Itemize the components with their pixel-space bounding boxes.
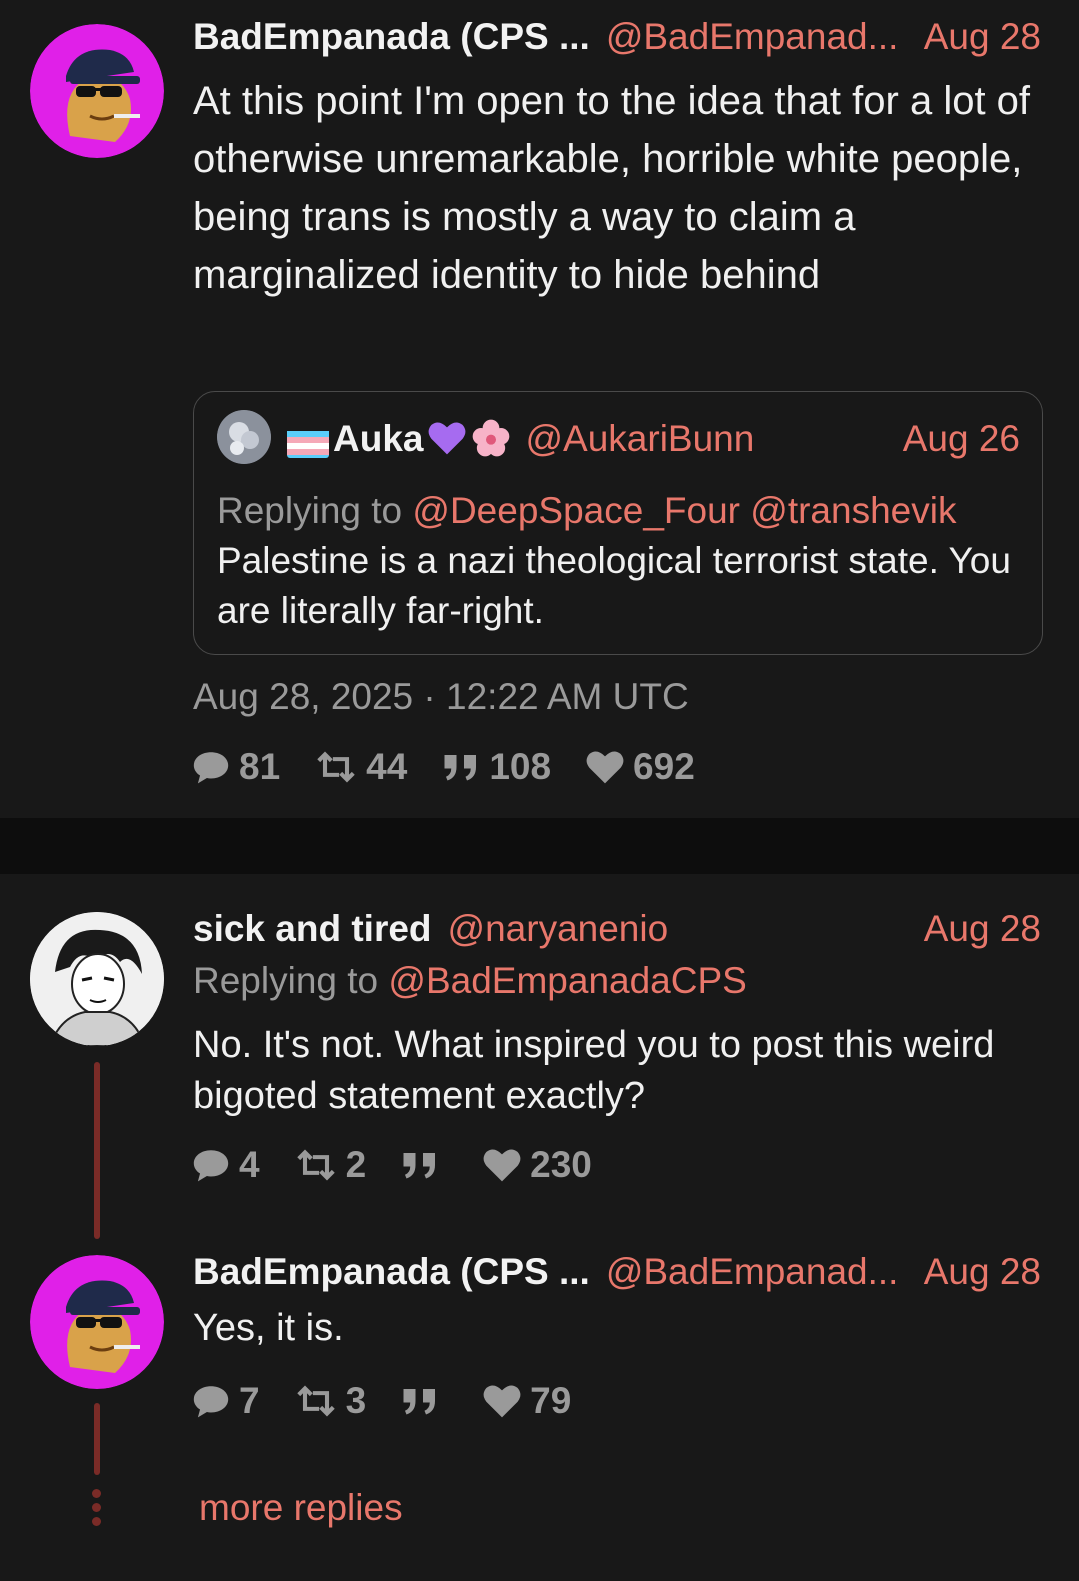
quoted-avatar-image: [217, 410, 271, 464]
author-name[interactable]: BadEmpanada (CPS ...: [193, 16, 590, 58]
tweet-date[interactable]: Aug 28: [904, 908, 1041, 950]
quoted-tweet[interactable]: Auka @AukariBunn Aug 26 Replying to @Dee…: [193, 391, 1043, 655]
tweet-stats: 81 44 108 692: [191, 746, 729, 788]
quote-icon: [403, 1153, 436, 1179]
reply-icon: [193, 1386, 229, 1418]
author-handle[interactable]: @BadEmpanad...: [606, 16, 899, 58]
quote-stat[interactable]: 108: [441, 746, 551, 788]
tweet-stats: 4 2 230: [191, 1144, 626, 1186]
avatar-badempanada[interactable]: [30, 1255, 164, 1389]
quoted-text: Palestine is a nazi theological terroris…: [217, 540, 1011, 631]
heart-icon: [483, 1385, 521, 1418]
thread-line: [94, 1062, 100, 1239]
tweet-text: At this point I'm open to the idea that …: [193, 79, 1031, 297]
avatar-image: [30, 1255, 164, 1389]
reply-tweet: BadEmpanada (CPS ... @BadEmpanad... Aug …: [0, 1239, 1079, 1581]
author-name[interactable]: BadEmpanada (CPS ...: [193, 1251, 590, 1293]
like-stat[interactable]: 692: [585, 746, 695, 788]
retweet-count: 2: [345, 1144, 367, 1185]
retweet-stat[interactable]: 44: [314, 746, 407, 788]
author-handle[interactable]: @naryanenio: [448, 908, 669, 950]
reply-tweet: sick and tired @naryanenio Aug 28 Replyi…: [0, 874, 1079, 1239]
quoted-body: Replying to @DeepSpace_Four @transhevik …: [217, 486, 1022, 636]
retweet-stat[interactable]: 3: [294, 1380, 367, 1422]
tweet-text: No. It's not. What inspired you to post …: [193, 1024, 995, 1117]
reply-stat[interactable]: 4: [191, 1144, 260, 1186]
reply-count: 81: [239, 746, 281, 787]
quote-stat[interactable]: [400, 1150, 448, 1180]
like-stat[interactable]: 230: [482, 1144, 592, 1186]
avatar-badempanada[interactable]: [30, 24, 164, 158]
reply-icon: [193, 752, 229, 784]
replying-to-handle[interactable]: @DeepSpace_Four: [412, 490, 740, 531]
more-replies-link[interactable]: more replies: [199, 1487, 403, 1529]
main-tweet: BadEmpanada (CPS ... @BadEmpanad... Aug …: [0, 0, 1079, 818]
quoted-avatar[interactable]: [217, 410, 271, 464]
reply-icon: [193, 1150, 229, 1182]
like-count: 79: [530, 1380, 572, 1421]
avatar-sick-and-tired[interactable]: [30, 912, 164, 1046]
reply-count: 7: [239, 1380, 260, 1421]
tweet-date[interactable]: Aug 28: [904, 16, 1041, 58]
avatar-image: [30, 912, 164, 1046]
author-name[interactable]: sick and tired: [193, 908, 432, 950]
tweet-header: BadEmpanada (CPS ... @BadEmpanad... Aug …: [193, 1251, 1041, 1293]
trans-flag-icon: [287, 428, 329, 458]
replying-label: Replying to: [193, 960, 379, 1001]
quoted-header: Auka @AukariBunn Aug 26: [287, 418, 1020, 467]
replying-to-handle[interactable]: @BadEmpanadaCPS: [388, 960, 746, 1001]
retweet-icon: [317, 751, 355, 783]
tweet-header: BadEmpanada (CPS ... @BadEmpanad... Aug …: [193, 16, 1041, 58]
quoted-handle[interactable]: @AukariBunn: [525, 418, 754, 460]
like-count: 230: [530, 1144, 592, 1185]
retweet-count: 44: [366, 746, 408, 787]
retweet-icon: [296, 1385, 335, 1417]
more-dots-icon: [92, 1489, 102, 1526]
retweet-icon: [296, 1149, 335, 1181]
quote-count: 108: [489, 746, 552, 787]
author-handle[interactable]: @BadEmpanad...: [606, 1251, 899, 1293]
quote-icon: [444, 755, 477, 781]
tweet-timestamp[interactable]: Aug 28, 2025 · 12:22 AM UTC: [193, 676, 689, 718]
replying-line: Replying to @BadEmpanadaCPS: [193, 960, 747, 1002]
quoted-date[interactable]: Aug 26: [903, 418, 1020, 460]
quoted-replying-line: Replying to @DeepSpace_Four @transhevik: [217, 486, 1022, 536]
replying-to-handle[interactable]: @transhevik: [750, 490, 956, 531]
reply-stat[interactable]: 81: [191, 746, 280, 788]
tweet-text: Yes, it is.: [193, 1307, 344, 1349]
retweet-count: 3: [345, 1380, 367, 1421]
quote-icon: [403, 1389, 436, 1415]
like-stat[interactable]: 79: [482, 1380, 571, 1422]
retweet-stat[interactable]: 2: [294, 1144, 367, 1186]
quote-stat[interactable]: [400, 1386, 448, 1416]
reply-count: 4: [239, 1144, 260, 1185]
tweet-header: sick and tired @naryanenio Aug 28: [193, 908, 1041, 950]
purple-heart-icon: [427, 420, 467, 465]
like-count: 692: [633, 746, 695, 787]
heart-icon: [586, 751, 624, 784]
replying-label: Replying to: [217, 490, 403, 531]
heart-icon: [483, 1149, 521, 1182]
reply-stat[interactable]: 7: [191, 1380, 260, 1422]
cherry-blossom-icon: [471, 418, 511, 467]
quoted-author-name[interactable]: Auka: [333, 418, 423, 460]
section-divider: [0, 818, 1079, 874]
avatar-image: [30, 24, 164, 158]
tweet-stats: 7 3 79: [191, 1380, 605, 1422]
thread-line: [94, 1403, 100, 1475]
tweet-date[interactable]: Aug 28: [904, 1251, 1041, 1293]
